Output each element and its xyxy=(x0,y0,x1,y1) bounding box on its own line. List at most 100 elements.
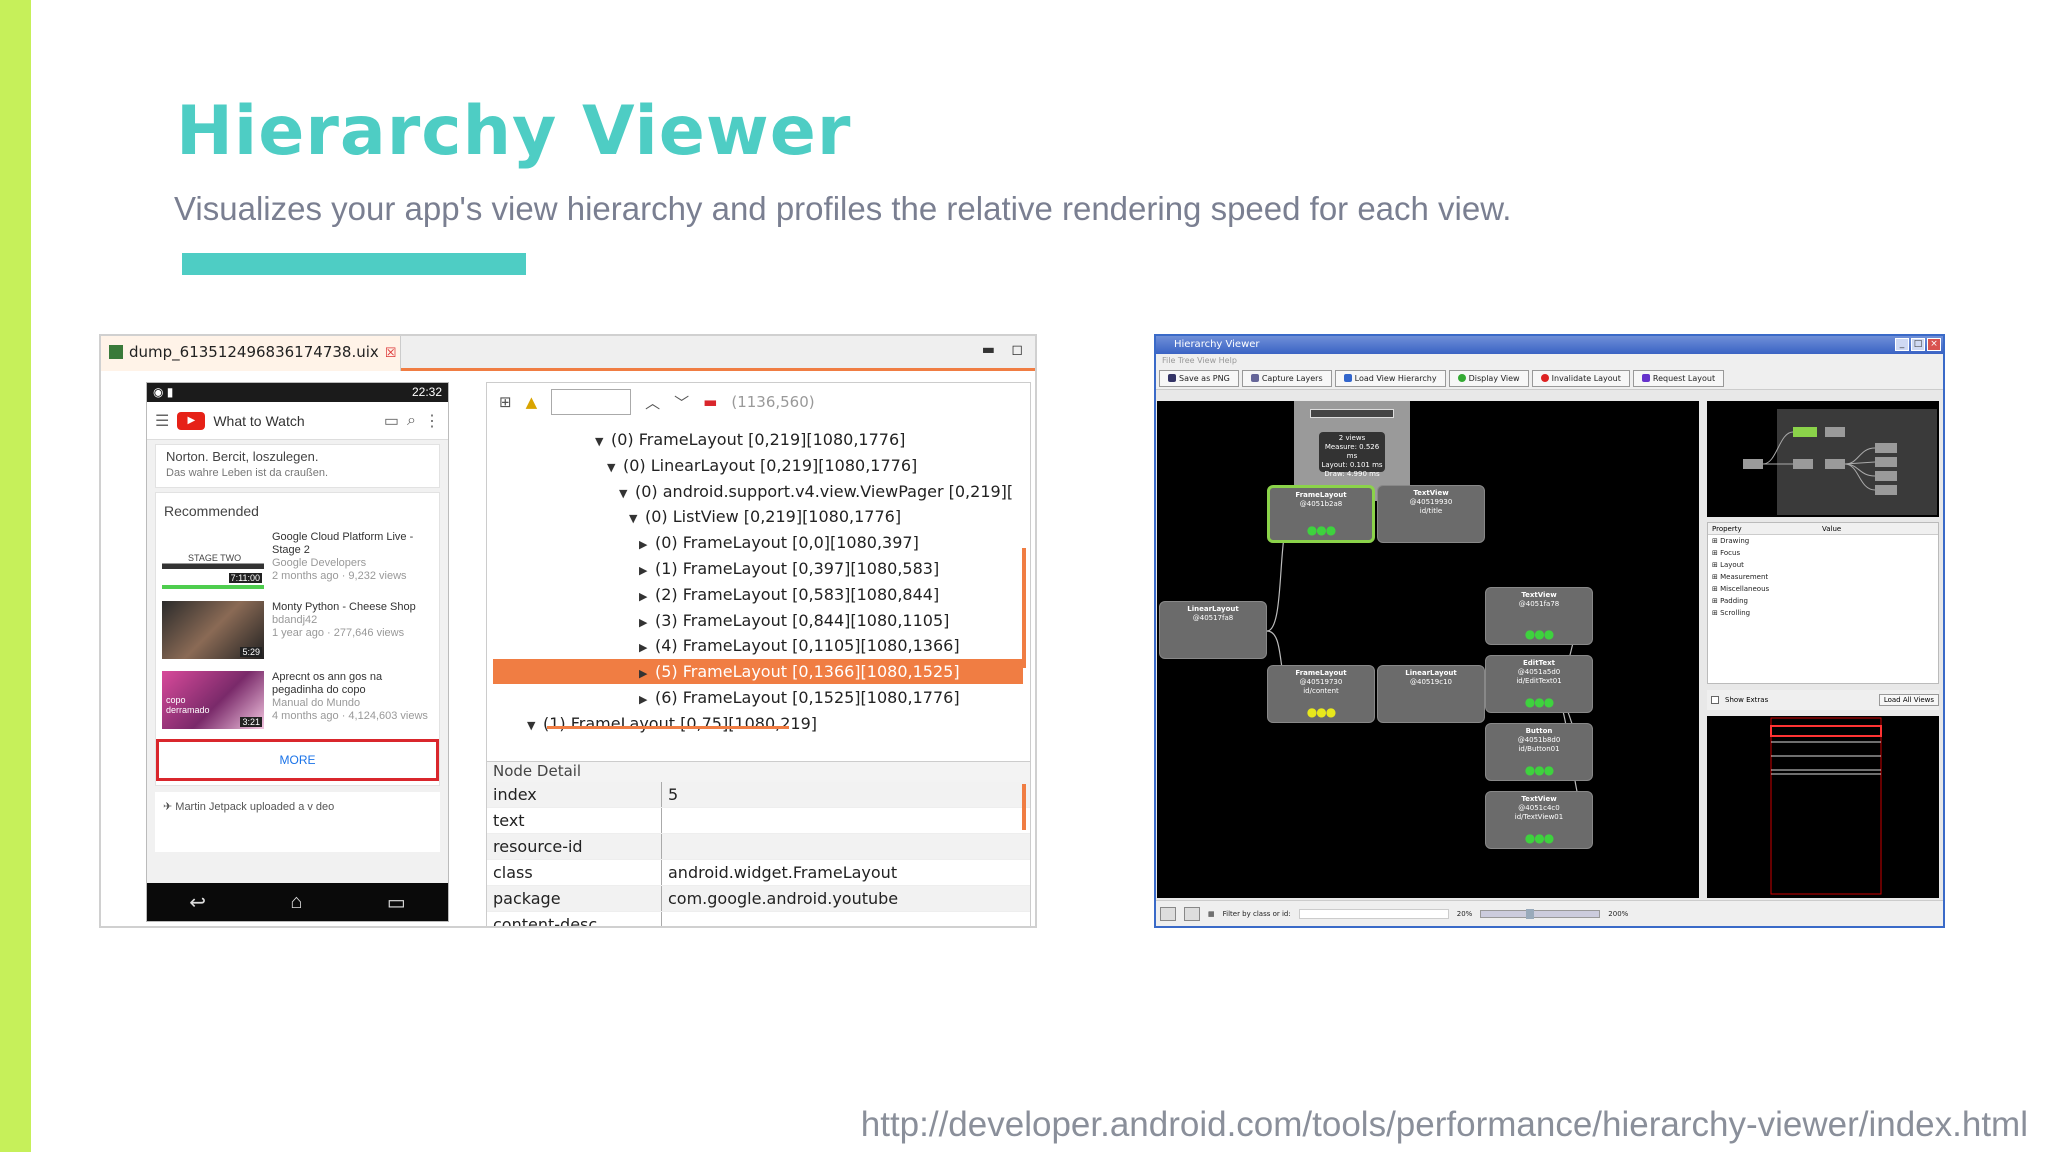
zoom-slider[interactable] xyxy=(1480,908,1601,919)
window-buttons[interactable]: ▬ ◻ xyxy=(982,342,1029,358)
view-node[interactable]: EditText @4051a5d0 id/EditText01 ●●● xyxy=(1485,655,1593,713)
collapsed-arrow-icon[interactable]: ▶ xyxy=(639,687,655,712)
save-as-png-button[interactable]: Save as PNG xyxy=(1159,370,1239,387)
collapsed-arrow-icon[interactable]: ▶ xyxy=(639,661,655,686)
minimize-icon[interactable]: _ xyxy=(1895,338,1909,351)
tree-node[interactable]: ▼ (1) FrameLayout [0,75][1080,219] xyxy=(527,711,817,736)
home-icon[interactable]: ⌂ xyxy=(290,891,302,914)
tree-node[interactable]: ▶ (5) FrameLayout [0,1366][1080,1525] xyxy=(493,659,1023,686)
tree-node[interactable]: ▼ (0) FrameLayout [0,219][1080,1776] xyxy=(595,427,905,452)
overview-node xyxy=(1743,459,1763,469)
promo-line-1: Norton. Bercit, loszulegen. xyxy=(166,449,319,464)
property-category[interactable]: ⊞ Scrolling xyxy=(1708,607,1938,619)
property-category[interactable]: ⊞ Padding xyxy=(1708,595,1938,607)
expand-icon[interactable]: ⊞ xyxy=(1712,549,1720,557)
filter-input[interactable] xyxy=(1298,908,1449,919)
overflow-menu-icon[interactable]: ⋮ xyxy=(424,411,440,431)
search-icon[interactable]: ⌕ xyxy=(407,412,416,430)
tree-node[interactable]: ▶ (6) FrameLayout [0,1525][1080,1776] xyxy=(639,685,960,710)
editor-tab[interactable]: dump_613512496836174738.uix ☒ xyxy=(101,336,401,371)
expand-icon[interactable]: ⊞ xyxy=(1712,573,1720,581)
more-button[interactable]: MORE xyxy=(156,739,439,781)
view-node[interactable]: FrameLayout @4051b2a8 ●●● xyxy=(1267,485,1375,543)
view-node[interactable]: FrameLayout @40519730 id/content ●●● xyxy=(1267,665,1375,723)
expanded-arrow-icon[interactable]: ▼ xyxy=(619,481,635,506)
tree-node[interactable]: ▶ (1) FrameLayout [0,397][1080,583] xyxy=(639,556,939,581)
tree-node[interactable]: ▼ (0) LinearLayout [0,219][1080,1776] xyxy=(607,453,917,478)
expand-icon[interactable]: ⊞ xyxy=(1712,609,1720,617)
recents-icon[interactable]: ▭ xyxy=(387,890,406,915)
show-extras-checkbox[interactable] xyxy=(1711,696,1719,704)
expand-icon[interactable]: ⊞ xyxy=(1712,537,1720,545)
source-url[interactable]: http://developer.android.com/tools/perfo… xyxy=(861,1105,2028,1145)
collapsed-arrow-icon[interactable]: ▶ xyxy=(639,635,655,660)
expanded-arrow-icon[interactable]: ▼ xyxy=(629,506,645,531)
invalidate-layout-button[interactable]: Invalidate Layout xyxy=(1531,370,1630,387)
request-layout-button[interactable]: Request Layout xyxy=(1632,370,1725,387)
view-node-hash: @4051b8d0 xyxy=(1517,736,1561,744)
tree-node[interactable]: ▼ (0) android.support.v4.view.ViewPager [… xyxy=(619,479,1013,504)
tree-node[interactable]: ▼ (0) ListView [0,219][1080,1776] xyxy=(629,504,901,529)
property-category[interactable]: ⊞ Measurement xyxy=(1708,571,1938,583)
expand-all-icon[interactable]: ⊞ xyxy=(499,393,512,411)
tree-node[interactable]: ▶ (0) FrameLayout [0,0][1080,397] xyxy=(639,530,919,555)
tree-horizontal-scrollbar[interactable] xyxy=(547,726,789,729)
expand-icon[interactable]: ⊞ xyxy=(1712,597,1720,605)
expand-icon[interactable]: ⊞ xyxy=(1712,561,1720,569)
property-category[interactable]: ⊞ Focus xyxy=(1708,547,1938,559)
warning-icon[interactable]: ▲ xyxy=(526,393,538,411)
node-detail-scrollbar[interactable] xyxy=(1022,784,1026,830)
view-node-hash: @40519930 xyxy=(1409,498,1453,506)
video-item[interactable]: copo derramado 3:21 Aprecnt os ann gos n… xyxy=(156,665,439,735)
back-icon[interactable]: ↩ xyxy=(189,890,206,915)
expanded-arrow-icon[interactable]: ▼ xyxy=(607,455,623,480)
pixel-perfect-toggle[interactable] xyxy=(1184,906,1200,921)
tree-scrollbar[interactable] xyxy=(1022,548,1026,668)
slide: Hierarchy Viewer Visualizes your app's v… xyxy=(0,0,2048,1152)
tree-node[interactable]: ▶ (2) FrameLayout [0,583][1080,844] xyxy=(639,582,939,607)
promo-card[interactable]: Norton. Bercit, loszulegen. Das wahre Le… xyxy=(155,444,440,488)
chevron-down-icon[interactable]: ﹀ xyxy=(674,392,689,413)
property-category[interactable]: ⊞ Drawing xyxy=(1708,535,1938,547)
load-all-views-button[interactable]: Load All Views xyxy=(1878,694,1939,706)
search-field[interactable] xyxy=(551,389,632,415)
load-view-hierarchy-button[interactable]: Load View Hierarchy xyxy=(1334,370,1446,387)
video-item[interactable]: STAGE TWO 7:11:00 Google Cloud Platform … xyxy=(156,525,439,595)
capture-layers-button[interactable]: Capture Layers xyxy=(1241,370,1332,387)
display-view-button[interactable]: Display View xyxy=(1448,370,1529,387)
collapsed-arrow-icon[interactable]: ▶ xyxy=(639,532,655,557)
activity-item[interactable]: ✈ Martin Jetpack uploaded a v deo xyxy=(155,792,440,852)
upload-icon: ✈ xyxy=(163,801,173,813)
device-screenshot[interactable]: ◉ ▮ 22:32 ☰ ▶ What to Watch ▭ ⌕ ⋮ Norton… xyxy=(146,382,449,922)
view-node[interactable]: TextView @40519930 id/title xyxy=(1377,485,1485,543)
view-node[interactable]: LinearLayout @40519c10 xyxy=(1377,665,1485,723)
tree-overview[interactable] xyxy=(1707,401,1939,517)
collapsed-arrow-icon[interactable]: ▶ xyxy=(639,610,655,635)
tree-node[interactable]: ▶ (3) FrameLayout [0,844][1080,1105] xyxy=(639,608,949,633)
close-icon[interactable]: × xyxy=(1927,338,1941,351)
cast-icon[interactable]: ▭ xyxy=(384,411,399,431)
tree-node[interactable]: ▶ (4) FrameLayout [0,1105][1080,1366] xyxy=(639,633,960,658)
tree-view-toggle[interactable] xyxy=(1160,906,1176,921)
chevron-up-icon[interactable]: ︿ xyxy=(645,392,660,413)
view-node[interactable]: TextView @4051fa78 ●●● xyxy=(1485,587,1593,645)
collapsed-arrow-icon[interactable]: ▶ xyxy=(639,584,655,609)
video-thumbnail: 5:29 xyxy=(162,601,264,659)
menu-icon[interactable]: ☰ xyxy=(155,411,169,431)
expanded-arrow-icon[interactable]: ▼ xyxy=(527,713,543,738)
expand-icon[interactable]: ⊞ xyxy=(1712,585,1720,593)
clear-icon[interactable]: ▬ xyxy=(703,393,717,411)
expanded-arrow-icon[interactable]: ▼ xyxy=(595,429,611,454)
property-category[interactable]: ⊞ Miscellaneous xyxy=(1708,583,1938,595)
hv-menubar[interactable]: File Tree View Help xyxy=(1156,354,1943,368)
collapsed-arrow-icon[interactable]: ▶ xyxy=(639,558,655,583)
layout-view[interactable] xyxy=(1707,716,1939,898)
video-item[interactable]: 5:29 Monty Python - Cheese Shop bdandj42… xyxy=(156,595,439,665)
property-category[interactable]: ⊞ Layout xyxy=(1708,559,1938,571)
tree-view-canvas[interactable]: 2 views Measure: 0.526 ms Layout: 0.101 … xyxy=(1157,401,1699,898)
view-node[interactable]: TextView @4051c4c0 id/TextView01 ●●● xyxy=(1485,791,1593,849)
view-node[interactable]: Button @4051b8d0 id/Button01 ●●● xyxy=(1485,723,1593,781)
view-node[interactable]: LinearLayout @40517fa8 xyxy=(1159,601,1267,659)
maximize-icon[interactable]: □ xyxy=(1911,338,1925,351)
close-icon[interactable]: ☒ xyxy=(385,346,397,361)
